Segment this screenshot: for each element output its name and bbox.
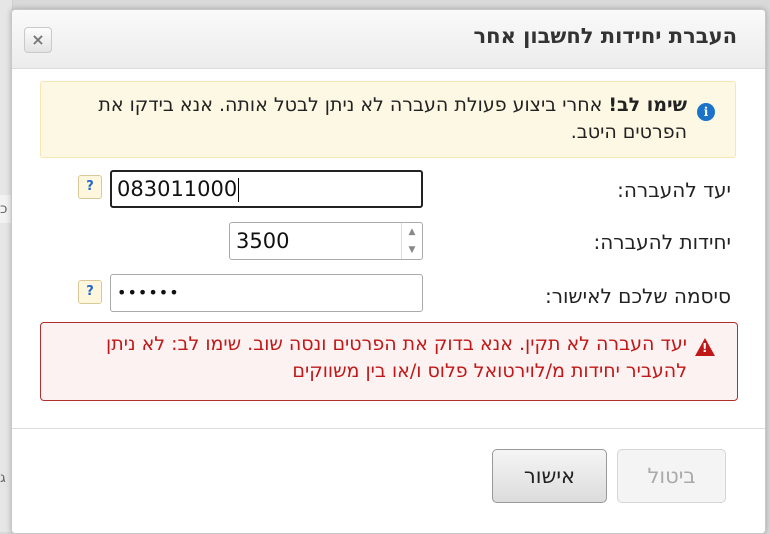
dialog-title: העברת יחידות לחשבון אחר — [473, 24, 737, 48]
divider — [12, 428, 765, 429]
destination-input[interactable]: 083011000 — [110, 170, 423, 208]
text-caret — [238, 178, 240, 202]
cancel-button[interactable]: ביטול — [617, 449, 726, 503]
units-spinner[interactable]: ▲ ▼ — [401, 223, 422, 259]
units-input[interactable]: 3500 ▲ ▼ — [229, 222, 423, 260]
units-label: יחידות להעברה: — [593, 230, 732, 254]
warning-text: שימו לב! אחרי ביצוע פעולת העברה לא ניתן … — [47, 92, 687, 146]
dialog-titlebar: העברת יחידות לחשבון אחר × — [12, 10, 765, 69]
error-text: יעד העברה לא תקין. אנא בדוק את הפרטים ונ… — [106, 333, 687, 382]
ok-button[interactable]: אישור — [492, 449, 607, 503]
close-button[interactable]: × — [24, 27, 52, 53]
destination-help-icon[interactable]: ? — [78, 175, 102, 199]
warning-alert: i שימו לב! אחרי ביצוע פעולת העברה לא נית… — [40, 81, 736, 158]
warning-message: אחרי ביצוע פעולת העברה לא ניתן לבטל אותה… — [98, 94, 687, 143]
transfer-units-dialog: העברת יחידות לחשבון אחר × i שימו לב! אחר… — [11, 9, 766, 534]
destination-value: 083011000 — [117, 177, 238, 201]
info-icon: i — [697, 103, 715, 121]
destination-label: יעד להעברה: — [617, 178, 731, 202]
units-value: 3500 — [236, 229, 290, 253]
password-input[interactable]: •••••• — [110, 274, 423, 312]
password-label: סיסמה שלכם לאישור: — [544, 284, 731, 308]
spin-down-icon[interactable]: ▼ — [402, 241, 422, 259]
warning-triangle-icon: ! — [695, 338, 715, 356]
password-help-icon[interactable]: ? — [78, 280, 102, 304]
spin-up-icon[interactable]: ▲ — [402, 223, 422, 241]
warning-bold: שימו לב! — [608, 94, 687, 116]
close-icon: × — [31, 30, 45, 49]
password-value: •••••• — [117, 283, 180, 302]
error-alert: ! יעד העברה לא תקין. אנא בדוק את הפרטים … — [40, 322, 738, 401]
